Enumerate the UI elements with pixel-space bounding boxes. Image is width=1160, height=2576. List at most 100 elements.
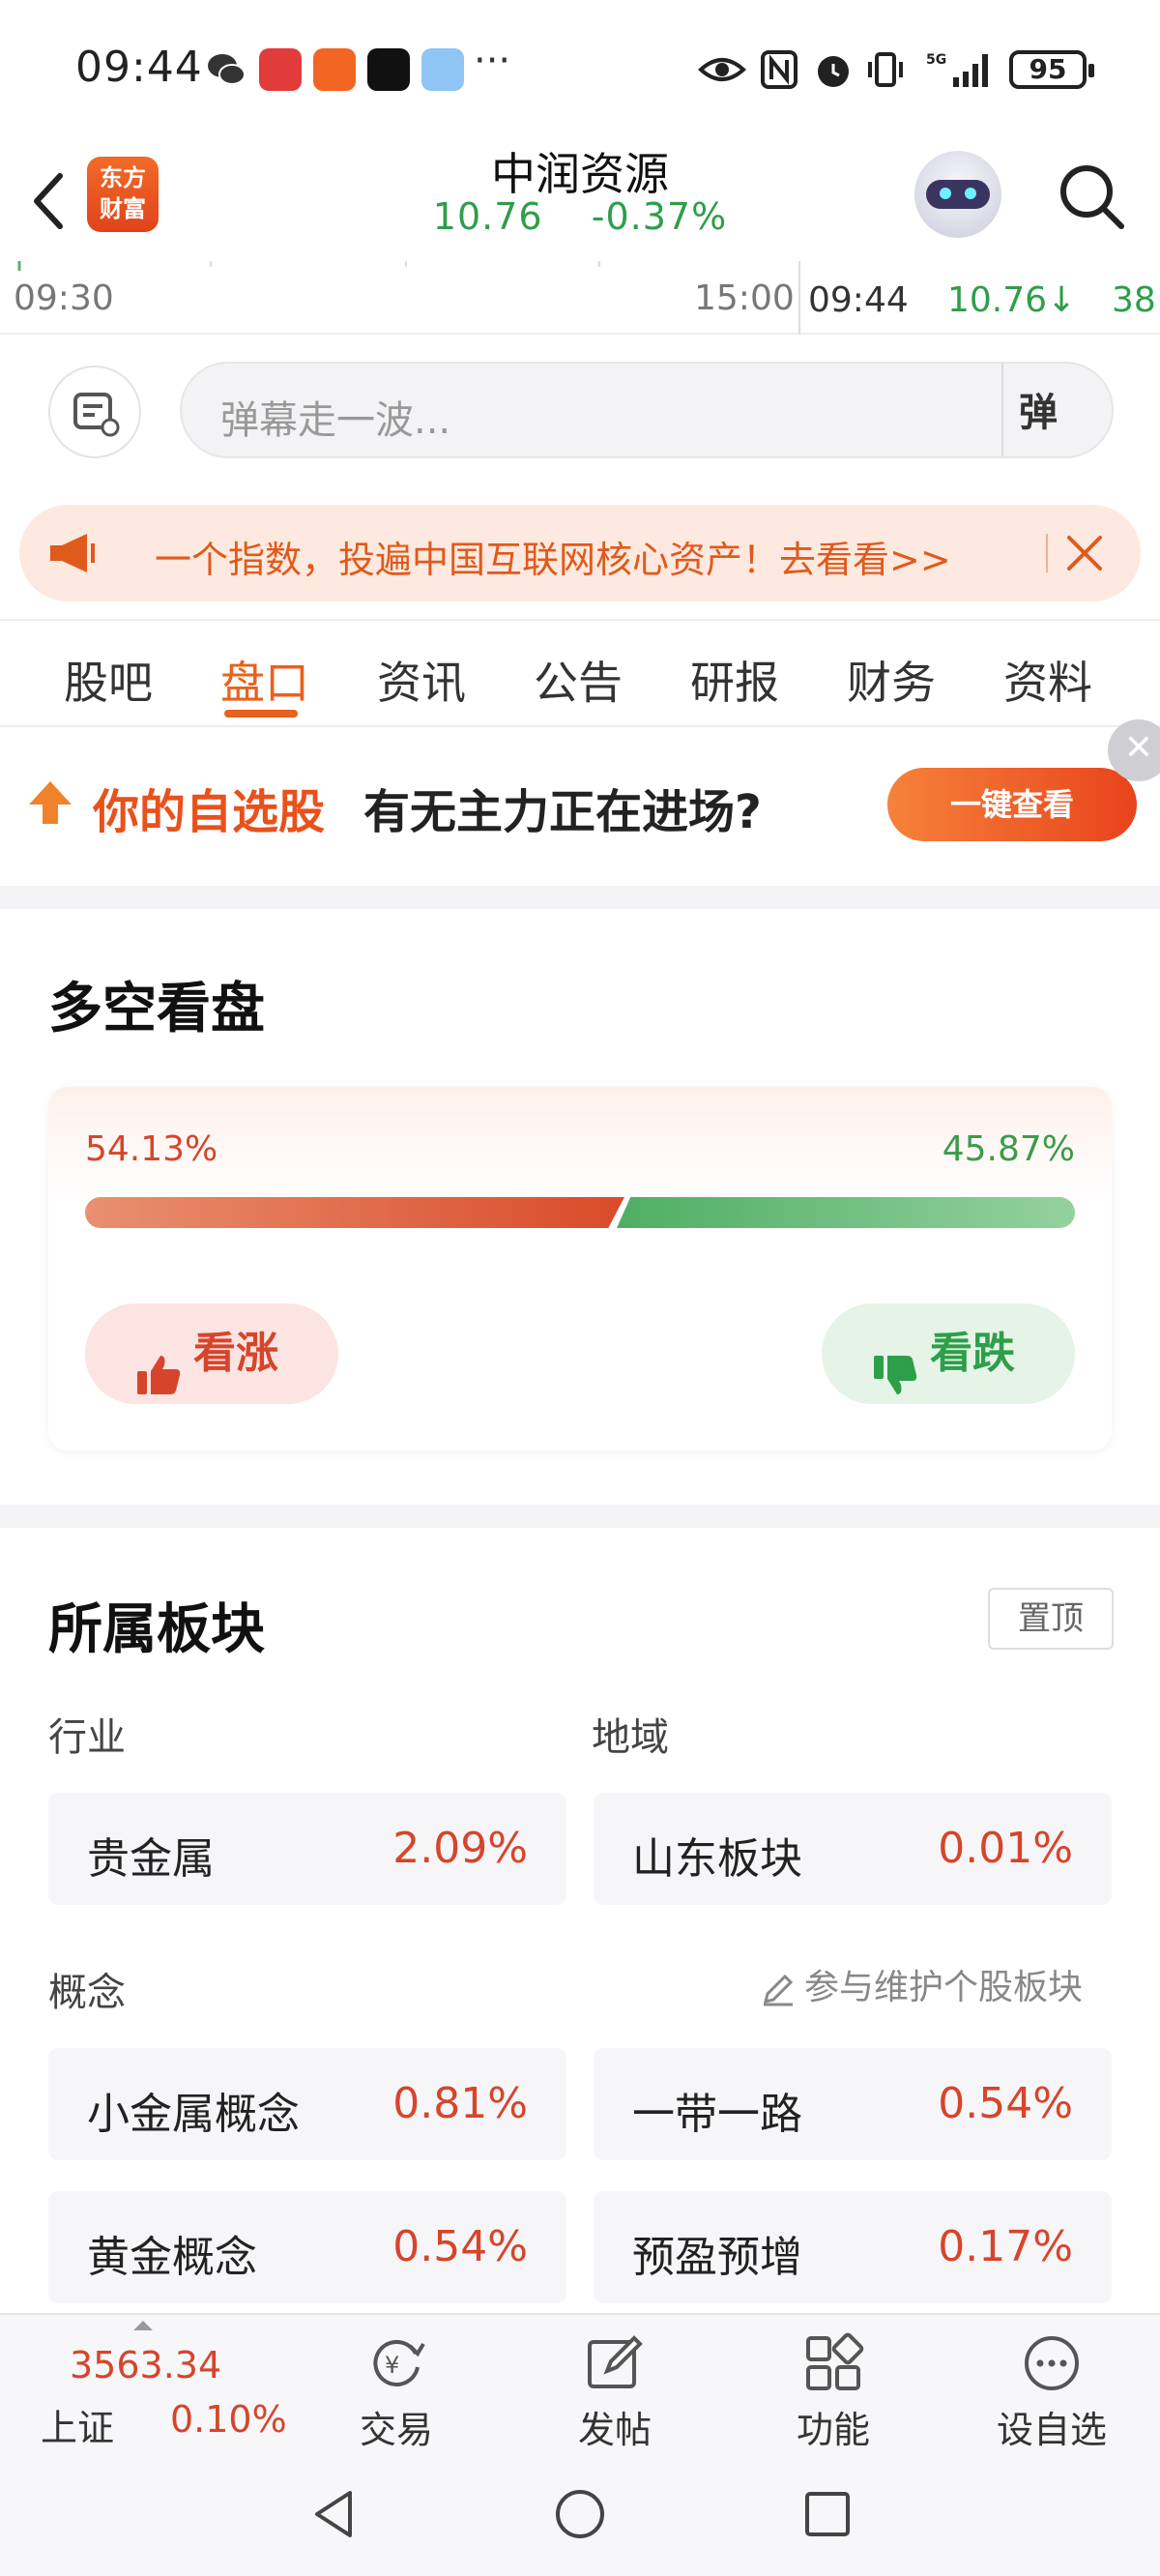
index-name: 上证: [41, 2407, 115, 2449]
close-icon[interactable]: [1063, 532, 1106, 578]
bearish-button[interactable]: 看跌: [822, 1303, 1075, 1404]
concept-label: 概念: [48, 1971, 126, 2015]
danmaku-placeholder: 弹幕走一波...: [220, 398, 451, 443]
arrow-up-icon: [25, 777, 75, 832]
more-circle-icon: [974, 2332, 1129, 2394]
sector-cell-concept[interactable]: 小金属概念 0.81%: [48, 2048, 566, 2160]
bull-percent: 54.13%: [85, 1129, 218, 1169]
one-click-view-button[interactable]: 一键查看: [887, 768, 1137, 841]
megaphone-icon: [48, 532, 102, 578]
ad-banner[interactable]: 一个指数，投遍中国互联网核心资产！去看看>>: [19, 505, 1141, 601]
sector-name: 山东板块: [632, 1834, 802, 1884]
stock-price: 10.76: [432, 195, 543, 238]
maintain-link-text: 参与维护个股板块: [804, 1968, 1084, 2007]
tab-news[interactable]: 资讯: [377, 648, 466, 712]
strip-divider: [798, 261, 800, 335]
maintain-sectors-link[interactable]: 参与维护个股板块: [760, 1959, 1083, 2009]
sector-name: 贵金属: [87, 1834, 215, 1884]
tick-volume: 38: [1112, 280, 1156, 320]
danmaku-settings-button[interactable]: [48, 366, 141, 458]
promo-banner[interactable]: 你的自选股 有无主力正在进场? 一键查看 ✕: [0, 719, 1160, 886]
tab-finance[interactable]: 财务: [847, 648, 936, 712]
battery-indicator: 95: [1009, 50, 1094, 89]
stock-app-icon: [259, 48, 302, 91]
danmaku-input[interactable]: 弹幕走一波... 弹: [180, 362, 1114, 458]
tab-research[interactable]: 研报: [690, 648, 779, 712]
sector-cell-concept[interactable]: 黄金概念 0.54%: [48, 2191, 566, 2303]
wechat-icon: [205, 48, 247, 91]
danmaku-divider: [1001, 364, 1003, 456]
long-short-card: 54.13% 45.87% 看涨 看跌: [48, 1087, 1112, 1450]
nav-post[interactable]: 发帖: [537, 2332, 692, 2451]
svg-text:¥: ¥: [385, 2352, 399, 2379]
sector-change: 0.81%: [392, 2079, 528, 2128]
bull-bar: [85, 1197, 624, 1228]
active-tab-indicator: [224, 710, 298, 717]
ad-text: 一个指数，投遍中国互联网核心资产！去看看>>: [155, 539, 951, 581]
section-gap: [0, 1505, 1160, 1528]
tick-time: 09:44: [808, 280, 909, 320]
eye-icon: [698, 48, 746, 91]
sector-cell-concept[interactable]: 一带一路 0.54%: [594, 2048, 1112, 2160]
thumbs-up-icon: [135, 1332, 182, 1394]
long-short-title: 多空看盘: [48, 978, 265, 1040]
region-label: 地域: [592, 1715, 669, 1760]
grid-icon: [756, 2332, 911, 2394]
sector-change: 0.17%: [938, 2222, 1073, 2271]
nav-label: 设自选: [996, 2409, 1107, 2451]
section-gap: [0, 886, 1160, 909]
bear-percent: 45.87%: [942, 1129, 1075, 1169]
alarm-icon: [812, 48, 855, 91]
intraday-chart-strip[interactable]: 09:30 15:00 09:44 10.76↓ 38: [0, 261, 1160, 335]
bullish-button[interactable]: 看涨: [85, 1303, 338, 1404]
sector-change: 0.54%: [392, 2222, 528, 2271]
system-home-icon[interactable]: [553, 2487, 607, 2545]
sector-name: 黄金概念: [87, 2233, 257, 2282]
tiktok-icon: [367, 48, 410, 91]
promo-highlight: 你的自选股: [93, 785, 326, 839]
danmaku-toggle-button[interactable]: 弹: [1019, 381, 1096, 439]
nav-label: 交易: [359, 2409, 433, 2451]
sector-name: 一带一路: [632, 2090, 802, 2139]
chart-end-time: 15:00: [694, 278, 795, 318]
sector-change: 0.54%: [938, 2079, 1073, 2128]
system-navigation-bar: [0, 2454, 1160, 2576]
index-ticker[interactable]: 3563.34 上证 0.10%: [0, 2315, 309, 2456]
compose-icon: [537, 2332, 692, 2394]
pin-to-top-button[interactable]: 置顶: [988, 1588, 1114, 1650]
trade-icon: ¥: [319, 2332, 474, 2394]
tab-profile[interactable]: 资料: [1003, 648, 1092, 712]
sector-cell-concept[interactable]: 预盈预增 0.17%: [594, 2191, 1112, 2303]
sector-name: 小金属概念: [87, 2090, 300, 2139]
system-recents-icon[interactable]: [800, 2487, 855, 2545]
tab-bar: 股吧 盘口 资讯 公告 研报 财务 资料: [0, 619, 1160, 727]
bottom-toolbar: 3563.34 上证 0.10% ¥ 交易 发帖 功能 设自选: [0, 2313, 1160, 2454]
svg-text:5G: 5G: [926, 52, 946, 68]
more-notifications-icon: ···: [474, 39, 511, 83]
sector-cell-region[interactable]: 山东板块 0.01%: [594, 1793, 1112, 1905]
signal-5g-icon: 5G: [924, 48, 996, 91]
nav-label: 发帖: [577, 2409, 652, 2451]
industry-label: 行业: [48, 1715, 126, 1760]
nav-trade[interactable]: ¥ 交易: [319, 2332, 474, 2451]
status-bar: 09:44 ··· 5G 95: [0, 0, 1160, 145]
vibrate-icon: [864, 48, 907, 91]
weather-icon: [421, 48, 464, 91]
bear-bar: [617, 1197, 1075, 1228]
search-icon[interactable]: [1054, 159, 1131, 236]
assistant-robot-icon[interactable]: [914, 151, 1001, 238]
edit-pen-icon: [760, 1971, 797, 2007]
chart-start-time: 09:30: [14, 278, 114, 318]
nav-functions[interactable]: 功能: [756, 2332, 911, 2451]
tab-pankou[interactable]: 盘口: [220, 648, 309, 712]
stock-change: -0.37%: [591, 195, 728, 238]
nav-add-watchlist[interactable]: 设自选: [974, 2332, 1129, 2451]
system-back-icon[interactable]: [307, 2487, 362, 2545]
sector-change: 0.01%: [938, 1824, 1073, 1873]
tab-guba[interactable]: 股吧: [64, 648, 153, 712]
caret-up-icon: [133, 2321, 153, 2330]
nfc-icon: [760, 48, 798, 91]
eastmoney-app-icon: [313, 48, 356, 91]
sector-cell-industry[interactable]: 贵金属 2.09%: [48, 1793, 566, 1905]
tab-announcements[interactable]: 公告: [534, 648, 623, 712]
